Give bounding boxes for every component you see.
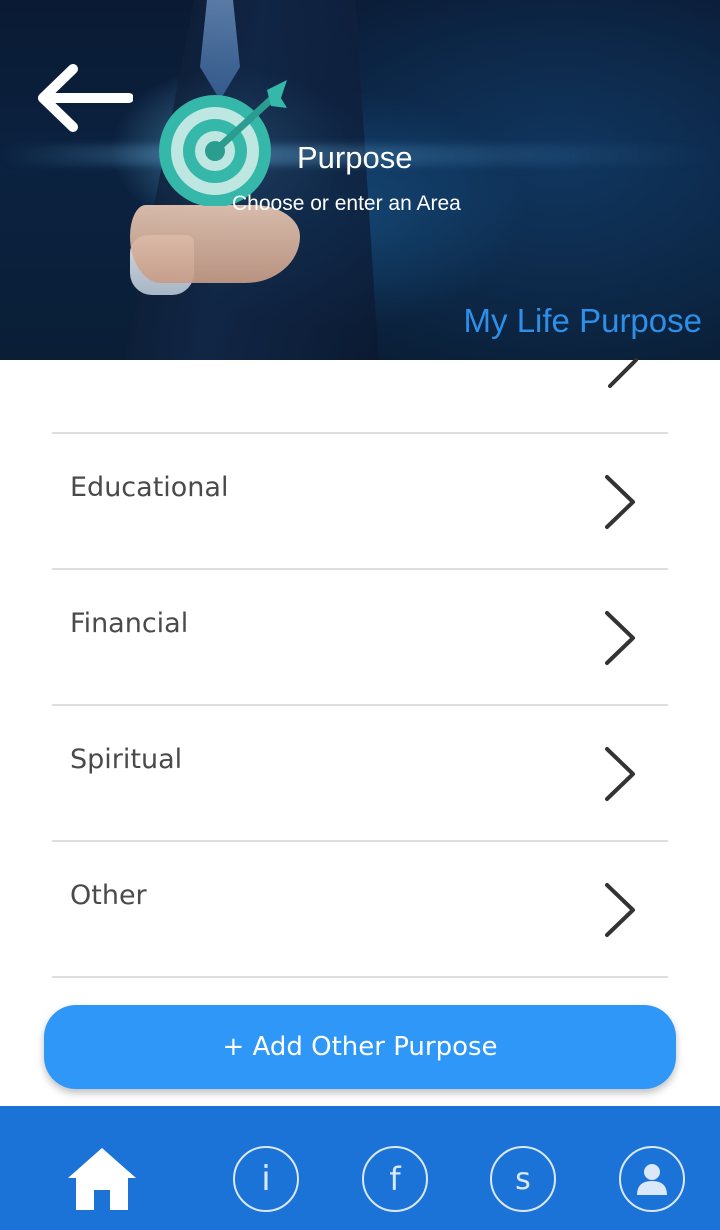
list-item-financial[interactable]: Financial xyxy=(52,570,668,706)
s-icon: s xyxy=(490,1146,556,1212)
target-arrow-icon xyxy=(159,80,287,206)
list-item-label: Financial xyxy=(70,608,189,639)
info-icon: i xyxy=(233,1146,299,1212)
nav-profile[interactable] xyxy=(619,1146,687,1214)
s-icon-glyph: s xyxy=(515,1161,531,1197)
list-item-other[interactable]: Other xyxy=(52,842,668,978)
list-item-label: Educational xyxy=(70,472,229,503)
back-button[interactable] xyxy=(28,58,138,138)
page-title: Purpose xyxy=(297,140,413,175)
chevron-right-icon xyxy=(605,747,635,801)
person-silhouette-icon xyxy=(637,1164,667,1195)
nav-facebook[interactable]: f xyxy=(362,1146,430,1214)
header-banner: Purpose Choose or enter an Area My Life … xyxy=(0,0,720,360)
list-item-partial[interactable] xyxy=(52,358,668,434)
list-item-educational[interactable]: Educational xyxy=(52,434,668,570)
chevron-right-icon xyxy=(608,358,638,388)
facebook-icon: f xyxy=(362,1146,428,1212)
chevron-right-icon xyxy=(605,611,635,665)
home-icon xyxy=(68,1148,136,1210)
list-item-spiritual[interactable]: Spiritual xyxy=(52,706,668,842)
page-subtitle: Choose or enter an Area xyxy=(232,192,461,215)
nav-info[interactable]: i xyxy=(233,1146,301,1214)
hand-image xyxy=(130,205,300,283)
nav-home[interactable] xyxy=(66,1146,138,1214)
nav-s[interactable]: s xyxy=(490,1146,558,1214)
list-item-label: Spiritual xyxy=(70,744,183,775)
chevron-right-icon xyxy=(605,883,635,937)
brand-name: My Life Purpose xyxy=(463,302,702,339)
arrow-left-icon xyxy=(38,64,133,132)
add-other-purpose-button[interactable]: + Add Other Purpose xyxy=(44,1005,676,1089)
chevron-right-icon xyxy=(605,475,635,529)
info-icon-glyph: i xyxy=(261,1159,271,1199)
profile-icon xyxy=(619,1146,685,1212)
list-item-label: Other xyxy=(70,880,147,911)
facebook-icon-glyph: f xyxy=(389,1160,401,1198)
purpose-area-list: Educational Financial Spiritual Other xyxy=(52,358,668,978)
bottom-navigation: i f s xyxy=(0,1106,720,1230)
